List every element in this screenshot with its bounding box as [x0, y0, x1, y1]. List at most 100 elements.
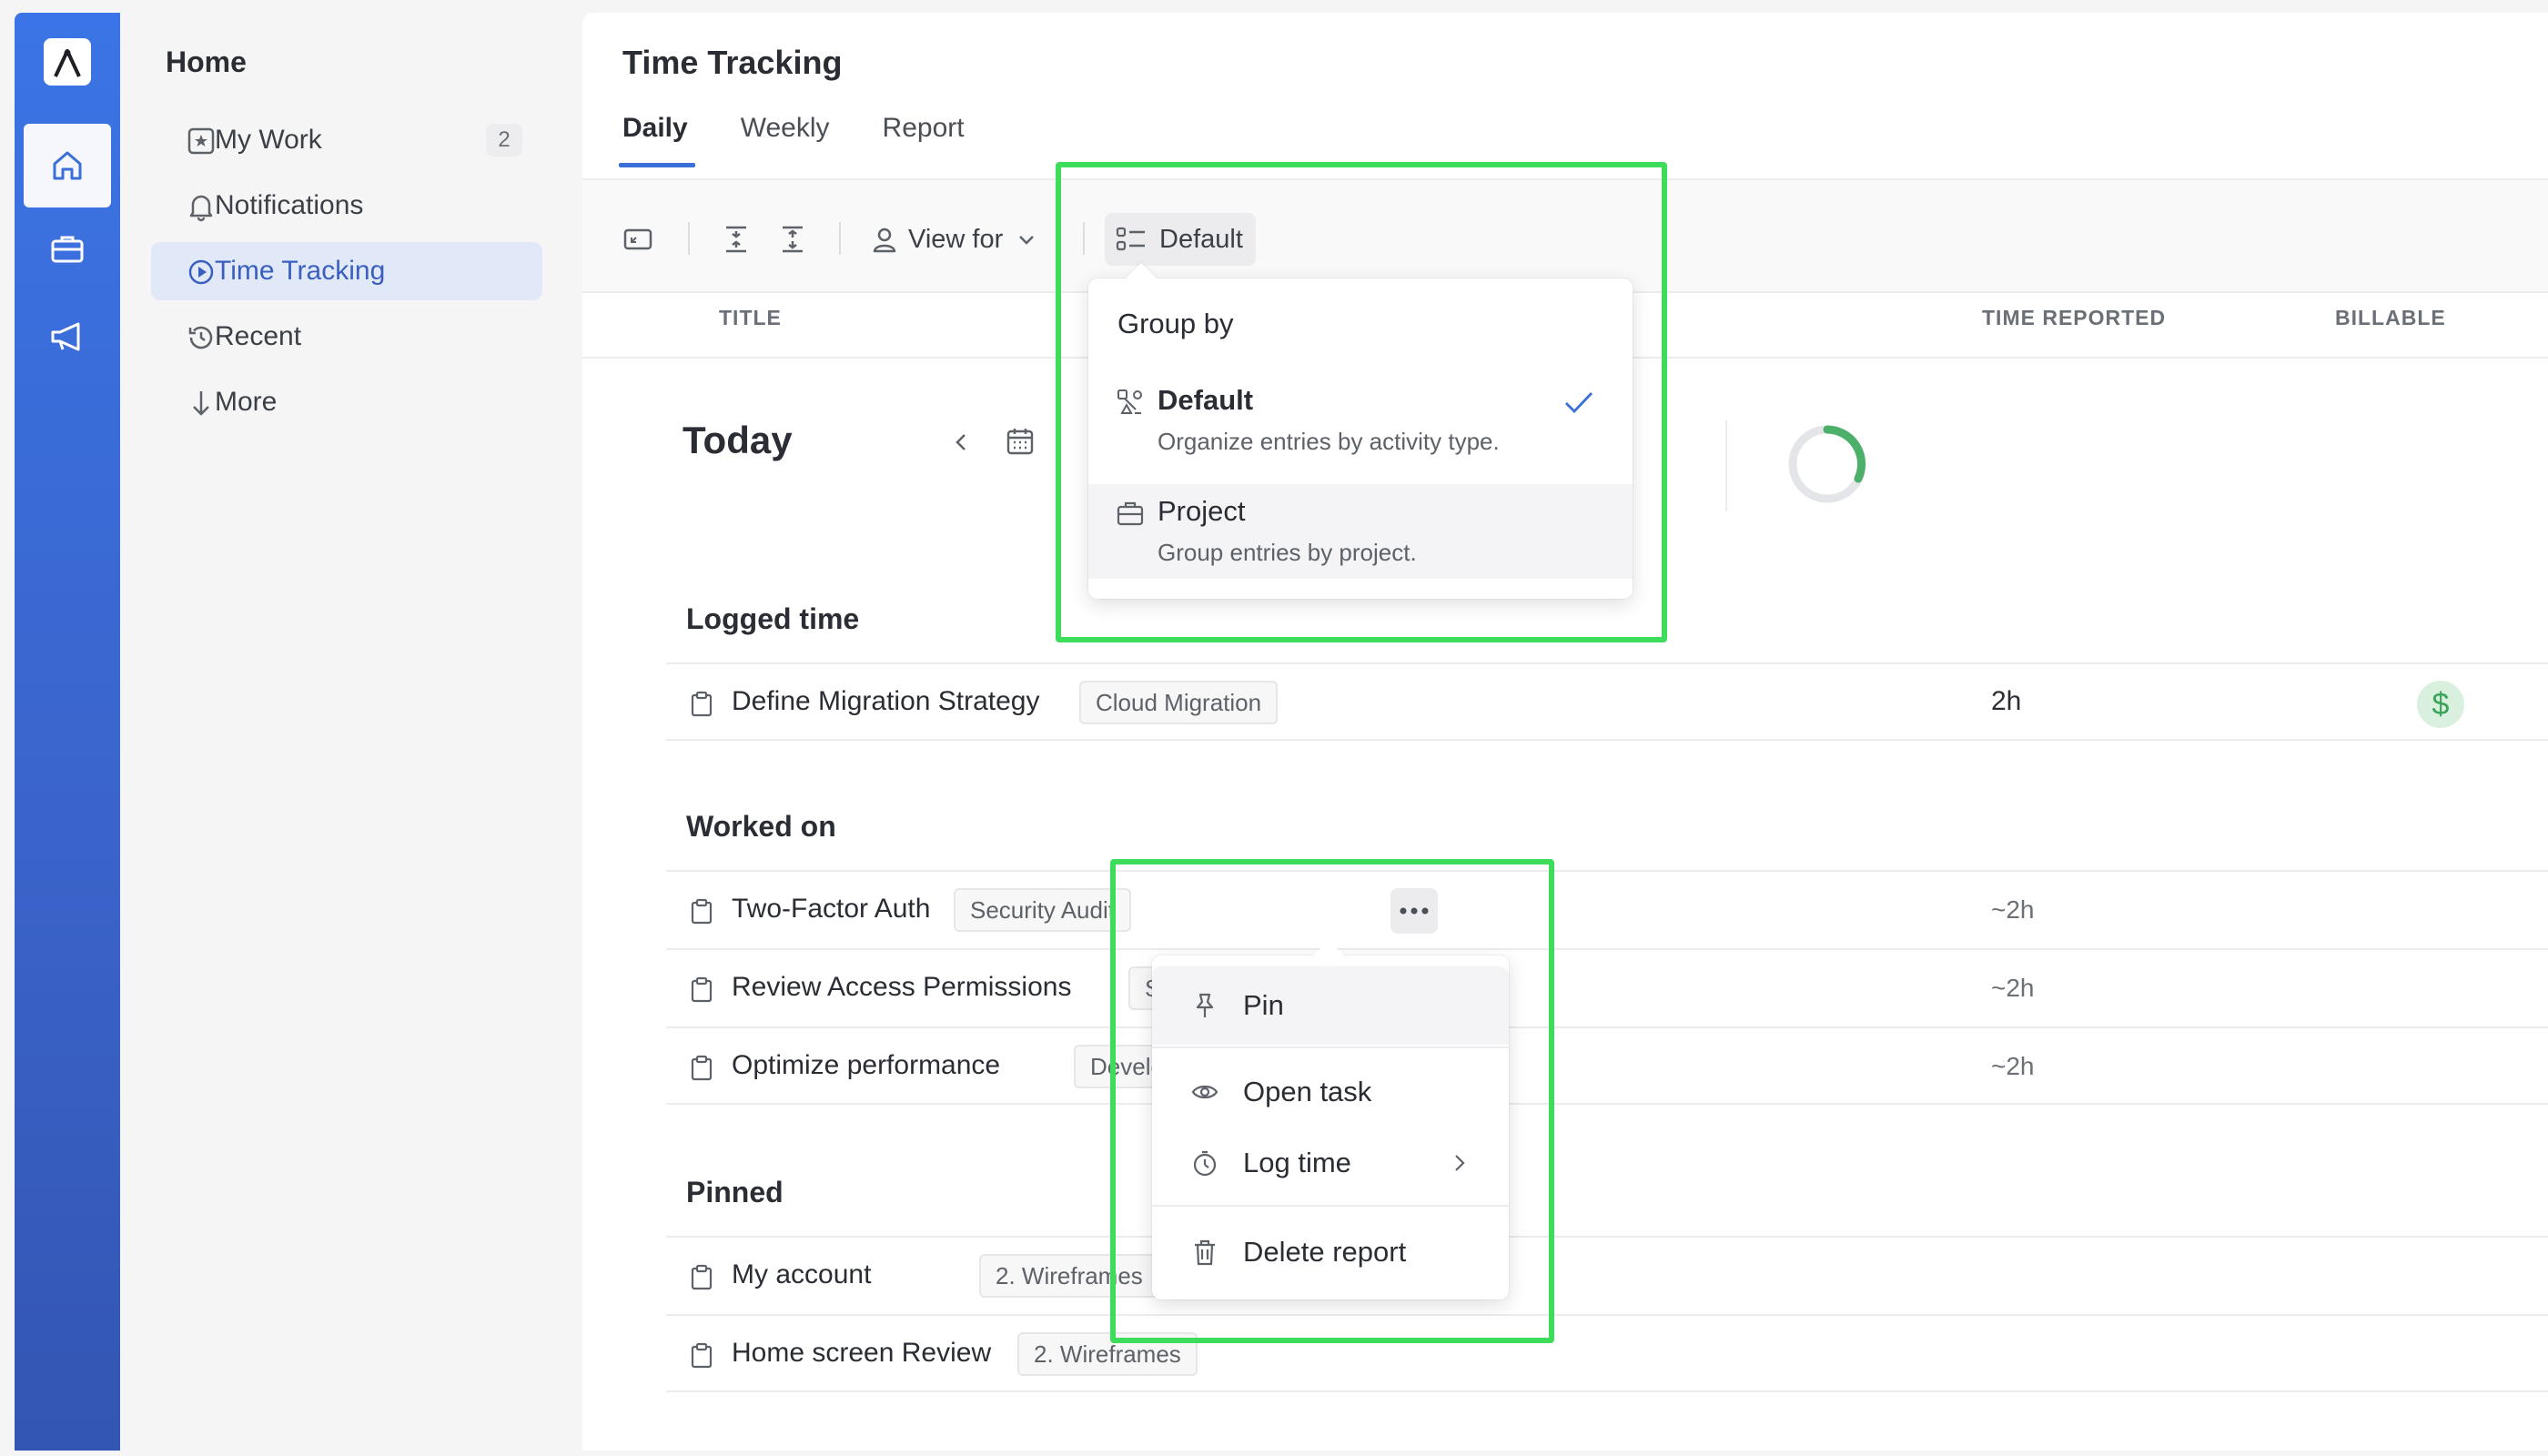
group-by-button[interactable]: Default	[1105, 213, 1256, 266]
menu-item-label: Delete report	[1243, 1236, 1407, 1268]
arrow-down-icon	[193, 391, 209, 416]
briefcase-icon	[51, 236, 84, 263]
chevron-right-icon	[1455, 1155, 1465, 1171]
group-by-option-project[interactable]: Project Group entries by project.	[1088, 484, 1633, 579]
option-label: Project	[1158, 495, 1246, 527]
project-tag[interactable]: 2. Wireframes	[979, 1254, 1159, 1298]
briefcase-icon	[1117, 501, 1144, 526]
rail-home-button[interactable]	[24, 124, 111, 207]
page-title: Time Tracking	[622, 44, 843, 81]
megaphone-icon	[51, 322, 80, 351]
group-by-label: Default	[1159, 224, 1243, 254]
trash-icon	[1195, 1239, 1215, 1266]
row-more-actions-button[interactable]	[1390, 888, 1438, 934]
calendar-icon[interactable]	[1005, 426, 1036, 457]
main-panel: Time Tracking Daily Weekly Report View f…	[582, 13, 2548, 1451]
previous-day-icon[interactable]	[948, 430, 974, 455]
row-context-menu: Pin Open task Log time Delete report	[1152, 956, 1509, 1299]
tab-report[interactable]: Report	[883, 113, 965, 167]
menu-item-label: Pin	[1243, 989, 1284, 1021]
logo-icon	[54, 49, 81, 77]
menu-separator	[1152, 1205, 1509, 1207]
toolbar: View for Default	[582, 180, 2548, 293]
table-row[interactable]: Review Access Permissions Sec ~2h	[666, 948, 2548, 1026]
star-square-icon	[187, 127, 215, 155]
sidebar-title: Home	[166, 46, 247, 78]
project-tag[interactable]: 2. Wireframes	[1017, 1332, 1198, 1376]
column-header-title[interactable]: TITLE	[719, 306, 782, 330]
group-list-icon	[1116, 227, 1145, 251]
table-row[interactable]: Home screen Review 2. Wireframes	[666, 1314, 2548, 1392]
side-navigation: Home My Work 2 Notifications Time Tracki…	[120, 0, 582, 1456]
menu-item-label: Open task	[1243, 1076, 1372, 1107]
option-description: Group entries by project.	[1158, 539, 1417, 566]
sidebar-item-label: More	[215, 387, 278, 417]
sidebar-item-label: Time Tracking	[215, 256, 386, 286]
clipboard-icon	[691, 691, 713, 717]
view-tabs: Daily Weekly Report	[619, 113, 1017, 167]
column-header-time-reported[interactable]: TIME REPORTED	[1982, 306, 2166, 330]
project-tag[interactable]: Cloud Migration	[1079, 681, 1279, 724]
eye-icon	[1191, 1085, 1218, 1099]
sidebar-item-recent[interactable]: Recent	[151, 308, 542, 366]
stopwatch-icon	[1193, 1150, 1217, 1177]
clipboard-icon	[691, 898, 713, 925]
time-reported: ~2h	[1991, 1052, 2035, 1080]
sidebar-item-my-work[interactable]: My Work 2	[151, 111, 542, 169]
progress-ring	[1788, 425, 1866, 503]
task-title[interactable]: Review Access Permissions	[732, 972, 1071, 1003]
task-title[interactable]: My account	[732, 1259, 871, 1290]
tab-weekly[interactable]: Weekly	[741, 113, 830, 167]
group-by-option-default[interactable]: Default Organize entries by activity typ…	[1088, 362, 1633, 464]
task-title[interactable]: Define Migration Strategy	[732, 686, 1040, 717]
task-title[interactable]: Two-Factor Auth	[732, 894, 930, 925]
menu-item-log-time[interactable]: Log time	[1152, 1127, 1509, 1199]
time-reported: ~2h	[1991, 895, 2035, 924]
table-row[interactable]: Define Migration Strategy Cloud Migratio…	[666, 662, 2548, 741]
table-row[interactable]: Two-Factor Auth Security Audit ~2h	[666, 870, 2548, 948]
menu-item-pin[interactable]: Pin	[1152, 966, 1509, 1045]
group-by-popover: Group by Default Organize entries by act…	[1088, 278, 1633, 599]
expand-all-icon[interactable]	[777, 224, 808, 255]
user-icon	[873, 228, 896, 253]
activity-types-icon	[1117, 389, 1142, 414]
history-icon	[188, 326, 213, 349]
menu-separator	[1152, 1046, 1509, 1048]
rail-announcements-button[interactable]	[24, 295, 111, 379]
clipboard-icon	[691, 1055, 713, 1081]
menu-item-open-task[interactable]: Open task	[1152, 1056, 1509, 1128]
ellipsis-icon	[1400, 907, 1429, 915]
option-description: Organize entries by activity type.	[1158, 428, 1500, 455]
toolbar-separator	[839, 222, 841, 255]
collapse-all-icon[interactable]	[721, 224, 752, 255]
pin-icon	[1196, 993, 1214, 1017]
sidebar-item-label: My Work	[215, 125, 322, 155]
task-title[interactable]: Home screen Review	[732, 1338, 991, 1369]
section-title-worked-on: Worked on	[686, 810, 836, 843]
billable-dollar-icon[interactable]: $	[2417, 681, 2464, 728]
table-row[interactable]: Optimize performance Develop ~2h	[666, 1026, 2548, 1105]
time-reported: 2h	[1991, 686, 2022, 716]
summary-divider	[1725, 420, 1727, 511]
column-header-billable[interactable]: BILLABLE	[2335, 306, 2446, 330]
bell-icon	[189, 195, 213, 222]
option-label: Default	[1158, 384, 1254, 416]
sidebar-item-notifications[interactable]: Notifications	[151, 177, 542, 235]
sidebar-item-time-tracking[interactable]: Time Tracking	[151, 242, 542, 300]
menu-item-label: Log time	[1243, 1147, 1351, 1178]
project-tag[interactable]: Security Audit	[954, 888, 1131, 932]
tab-daily[interactable]: Daily	[619, 113, 695, 167]
table-row[interactable]: My account 2. Wireframes	[666, 1236, 2548, 1314]
rail-projects-button[interactable]	[24, 207, 111, 291]
menu-item-delete-report[interactable]: Delete report	[1152, 1216, 1509, 1289]
task-title[interactable]: Optimize performance	[732, 1050, 1000, 1081]
my-work-count-badge: 2	[486, 124, 522, 157]
time-reported: ~2h	[1991, 974, 2035, 1002]
sidebar-item-label: Recent	[215, 321, 302, 351]
view-for-dropdown[interactable]: View for	[870, 217, 1046, 262]
app-logo[interactable]	[44, 38, 91, 86]
clipboard-icon	[691, 1342, 713, 1369]
clipboard-icon	[691, 976, 713, 1003]
sidebar-item-more[interactable]: More	[151, 373, 542, 431]
expand-view-icon[interactable]	[622, 224, 653, 255]
